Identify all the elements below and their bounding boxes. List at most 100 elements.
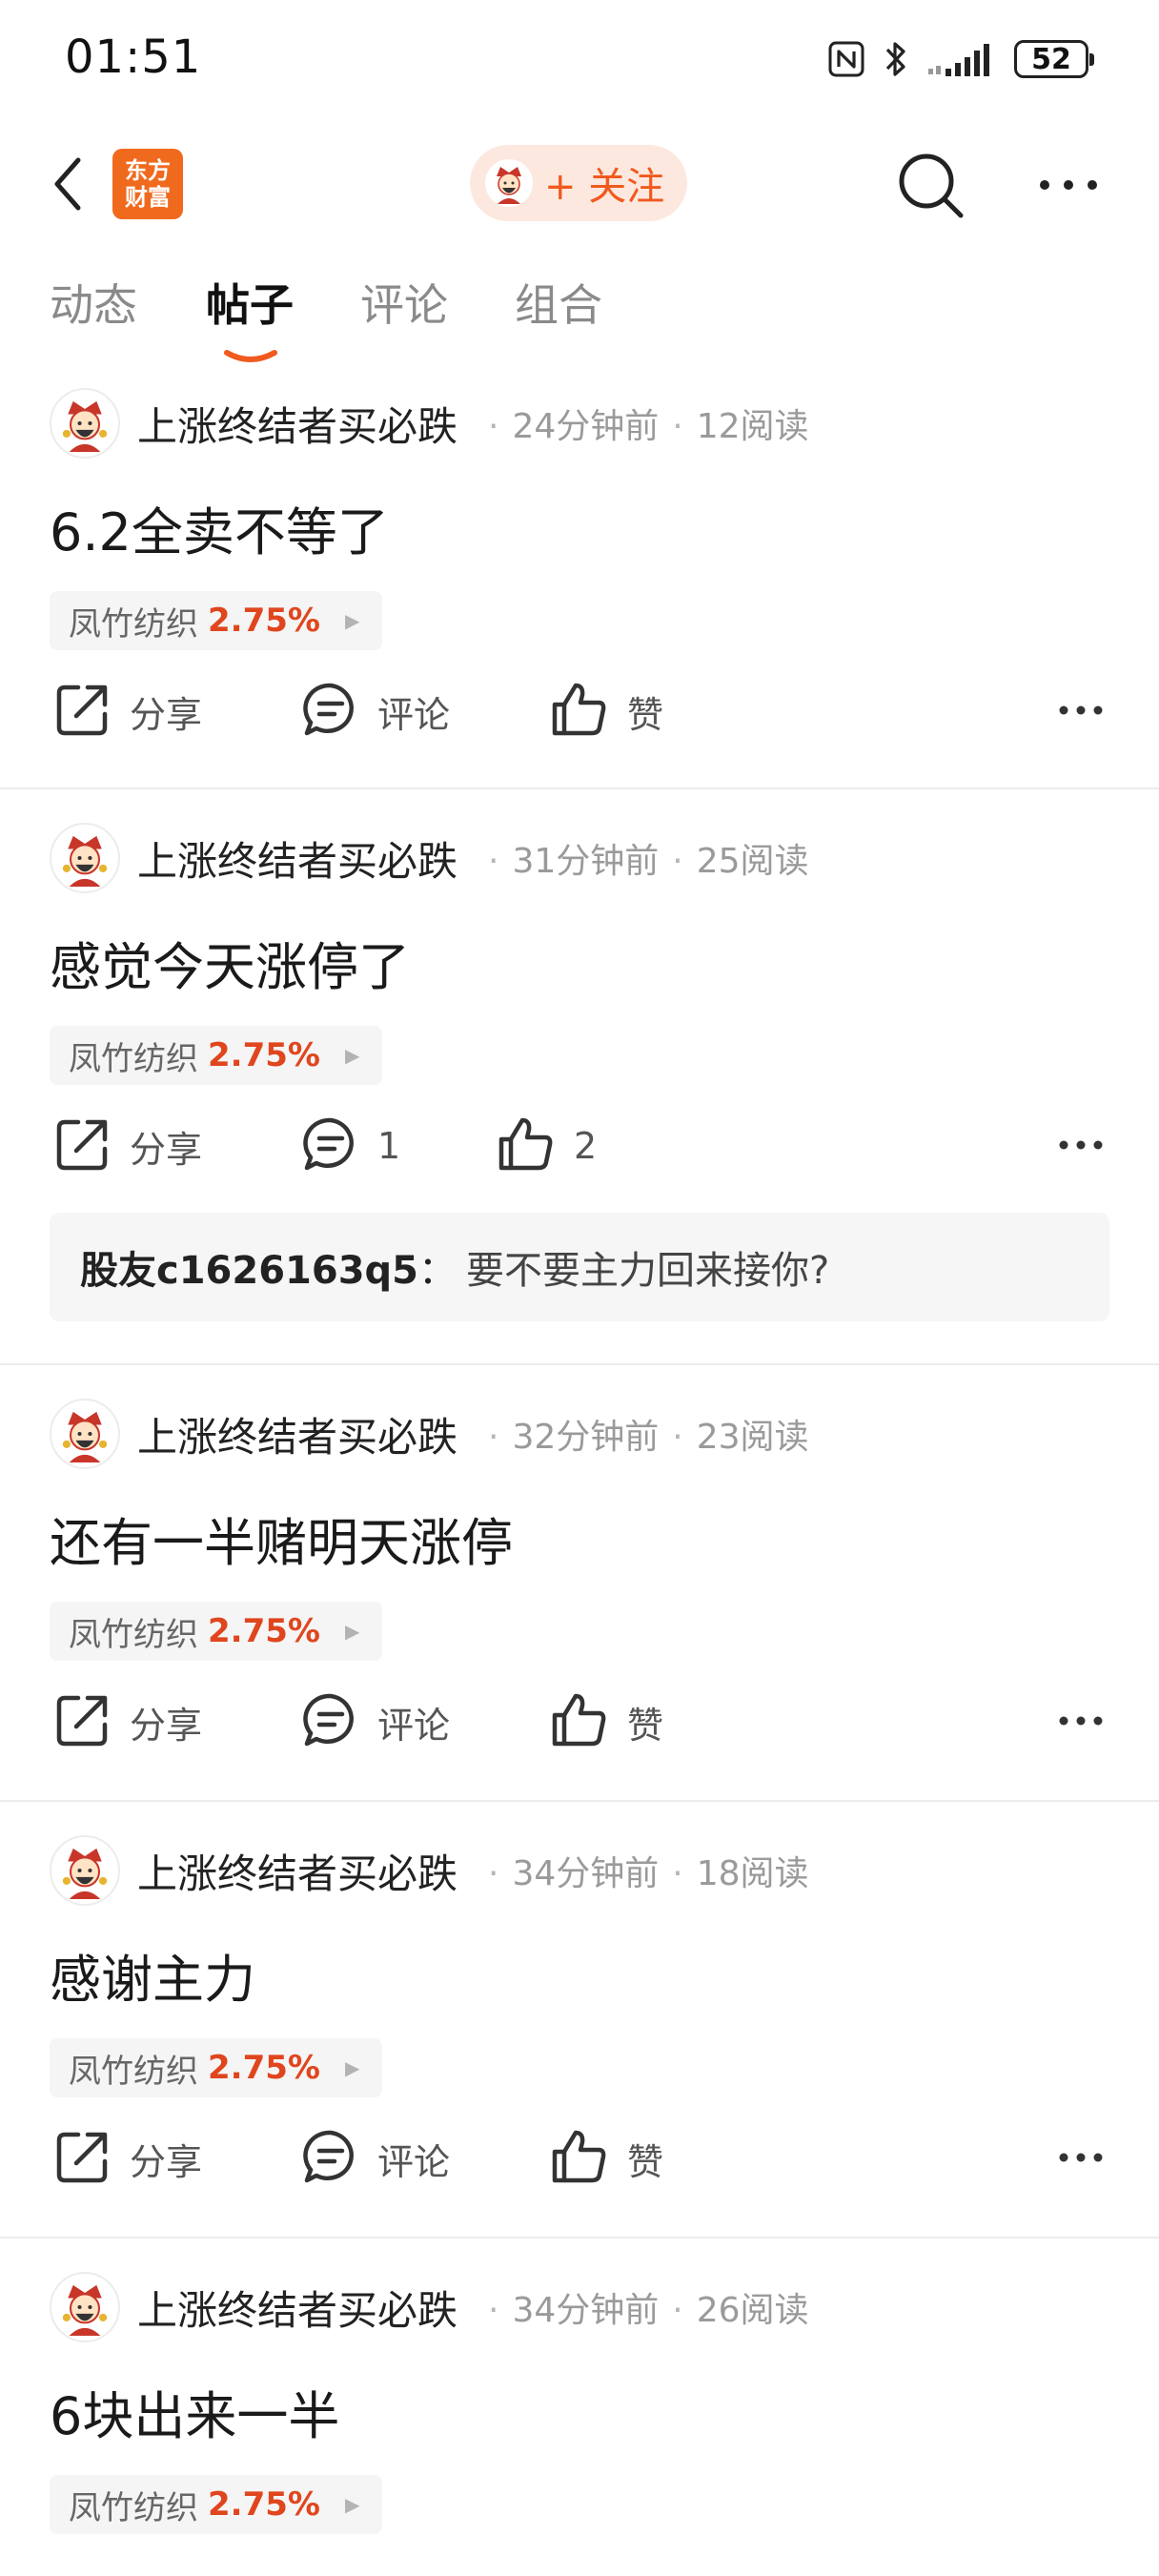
comment-button[interactable]: 评论 xyxy=(301,673,450,749)
stock-name: 凤竹纺织 xyxy=(69,1039,198,1078)
like-button[interactable]: 赞 xyxy=(549,673,663,749)
share-button[interactable]: 分享 xyxy=(53,1108,202,1184)
post-time: 34分钟前 xyxy=(512,1854,660,1893)
author-name[interactable]: 上涨终结者买必跌 xyxy=(137,2279,458,2337)
stock-tag[interactable]: 凤竹纺织 2.75% ▶ xyxy=(50,2038,383,2097)
stock-tag[interactable]: 凤竹纺织 2.75% ▶ xyxy=(50,1602,383,1661)
share-label: 分享 xyxy=(130,693,203,736)
post-title[interactable]: 还有一半赌明天涨停 xyxy=(50,1501,513,1576)
play-arrow-icon: ▶ xyxy=(344,2493,360,2516)
thumbs-up-icon xyxy=(549,680,610,743)
reply-username[interactable]: 股友c1626163q5 xyxy=(80,1239,418,1295)
author-avatar[interactable] xyxy=(50,2272,120,2342)
post-card[interactable]: 上涨终结者买必跌 · 32分钟前 · 23阅读还有一半赌明天涨停凤竹纺织 2.75% ▶ 分享… xyxy=(0,1398,1159,1802)
post-card[interactable]: 上涨终结者买必跌 · 31分钟前 · 25阅读 感觉今天涨停了凤竹纺织 2.75% ▶ 分享 1 2… xyxy=(0,822,1159,1365)
author-name[interactable]: 上涨终结者买必跌 xyxy=(137,1405,458,1463)
share-icon xyxy=(53,1690,112,1753)
tab-portfolio[interactable]: 组合 xyxy=(515,271,602,334)
tab-posts[interactable]: 帖子 xyxy=(206,271,294,334)
thumbs-up-icon xyxy=(549,1690,610,1753)
post-more-icon[interactable] xyxy=(1058,1707,1104,1735)
post-title[interactable]: 6块出来一半 xyxy=(50,2374,339,2449)
reply-preview[interactable]: 股友c1626163q5：要不要主力回来接你? xyxy=(50,1213,1109,1321)
author-avatar[interactable] xyxy=(50,1399,120,1469)
status-time: 01:51 xyxy=(65,31,202,84)
thumbs-up-icon xyxy=(496,1114,557,1177)
like-label: 赞 xyxy=(627,1704,664,1747)
comment-label: 1 xyxy=(377,1125,401,1167)
comment-label: 评论 xyxy=(377,693,451,736)
reply-separator: ： xyxy=(418,1249,457,1293)
stock-tag[interactable]: 凤竹纺织 2.75% ▶ xyxy=(50,1026,383,1085)
post-title[interactable]: 感觉今天涨停了 xyxy=(50,925,410,1000)
app-logo[interactable]: 东方 财富 xyxy=(112,149,183,219)
logo-text-top: 东方 xyxy=(125,157,171,184)
post-header: 上涨终结者买必跌 · 31分钟前 · 25阅读 xyxy=(50,822,809,894)
share-icon xyxy=(53,2127,112,2190)
battery-level: 52 xyxy=(1031,42,1071,76)
post-more-icon[interactable] xyxy=(1058,2143,1104,2172)
author-avatar[interactable] xyxy=(50,1835,120,1906)
tab-comments[interactable]: 评论 xyxy=(360,271,448,334)
share-label: 分享 xyxy=(130,1128,203,1171)
comment-icon xyxy=(301,680,360,743)
search-icon[interactable] xyxy=(894,149,968,223)
stock-name: 凤竹纺织 xyxy=(69,2052,198,2091)
comment-icon xyxy=(301,1690,360,1753)
post-actions: 分享 评论 赞 xyxy=(0,2120,1159,2197)
tab-dynamics[interactable]: 动态 xyxy=(50,271,137,334)
more-icon[interactable] xyxy=(1037,166,1100,204)
share-button[interactable]: 分享 xyxy=(53,2120,202,2197)
logo-text-bottom: 财富 xyxy=(125,184,171,211)
reply-text: 要不要主力回来接你? xyxy=(466,1249,830,1293)
stock-name: 凤竹纺织 xyxy=(69,2488,198,2527)
stock-tag[interactable]: 凤竹纺织 2.75% ▶ xyxy=(50,591,383,650)
post-more-icon[interactable] xyxy=(1058,696,1104,725)
back-arrow-icon[interactable] xyxy=(46,151,93,217)
share-label: 分享 xyxy=(130,2140,203,2183)
comment-button[interactable]: 评论 xyxy=(301,2120,450,2197)
share-icon xyxy=(53,680,112,743)
comment-label: 评论 xyxy=(377,2140,451,2183)
signal-icon xyxy=(928,44,989,76)
stock-tag[interactable]: 凤竹纺织 2.75% ▶ xyxy=(50,2475,383,2534)
author-avatar[interactable] xyxy=(50,823,120,893)
read-count: 26阅读 xyxy=(696,2291,809,2330)
post-time: 31分钟前 xyxy=(512,842,660,881)
like-button[interactable]: 2 xyxy=(496,1108,597,1184)
like-button[interactable]: 赞 xyxy=(549,1684,663,1760)
author-name[interactable]: 上涨终结者买必跌 xyxy=(137,829,458,888)
post-time: 34分钟前 xyxy=(512,2291,660,2330)
comment-icon xyxy=(301,2127,360,2190)
comment-button[interactable]: 评论 xyxy=(301,1684,450,1760)
like-button[interactable]: 赞 xyxy=(549,2120,663,2197)
post-more-icon[interactable] xyxy=(1058,1131,1104,1159)
follow-button[interactable]: + 关注 xyxy=(470,145,687,221)
post-time: 24分钟前 xyxy=(512,407,660,446)
status-icons: 52 xyxy=(827,36,1094,82)
nfc-icon xyxy=(828,41,864,77)
share-button[interactable]: 分享 xyxy=(53,1684,202,1760)
read-count: 12阅读 xyxy=(696,407,809,446)
post-card[interactable]: 上涨终结者买必跌 · 34分钟前 · 18阅读感谢主力凤竹纺织 2.75% ▶ 分享 评论 赞 xyxy=(0,1834,1159,2239)
bluetooth-icon xyxy=(885,42,905,76)
post-meta: · 34分钟前 · 18阅读 xyxy=(488,1854,809,1893)
post-title[interactable]: 6.2全卖不等了 xyxy=(50,490,389,565)
author-name[interactable]: 上涨终结者买必跌 xyxy=(137,1842,458,1900)
post-actions: 分享 评论 赞 xyxy=(0,673,1159,749)
read-count: 18阅读 xyxy=(696,1854,809,1893)
play-arrow-icon: ▶ xyxy=(344,609,360,632)
post-card[interactable]: 上涨终结者买必跌 · 24分钟前 · 12阅读 6.2全卖不等了 凤竹纺织 2.75% ▶ 分享 评… xyxy=(0,387,1159,789)
share-button[interactable]: 分享 xyxy=(53,673,202,749)
stock-change: 2.75% xyxy=(208,1612,320,1650)
stock-name: 凤竹纺织 xyxy=(69,604,198,644)
post-title[interactable]: 感谢主力 xyxy=(50,1937,255,2013)
caishen-avatar-icon xyxy=(497,167,521,204)
post-card[interactable]: 上涨终结者买必跌 · 34分钟前 · 26阅读 6块出来一半 凤竹纺织 2.75% ▶ xyxy=(0,2271,1159,2576)
comment-button[interactable]: 1 xyxy=(301,1108,400,1184)
post-meta: · 32分钟前 · 23阅读 xyxy=(488,1418,809,1457)
author-avatar[interactable] xyxy=(50,388,120,459)
play-arrow-icon: ▶ xyxy=(344,1044,360,1067)
author-name[interactable]: 上涨终结者买必跌 xyxy=(137,395,458,453)
share-icon xyxy=(53,1114,112,1177)
